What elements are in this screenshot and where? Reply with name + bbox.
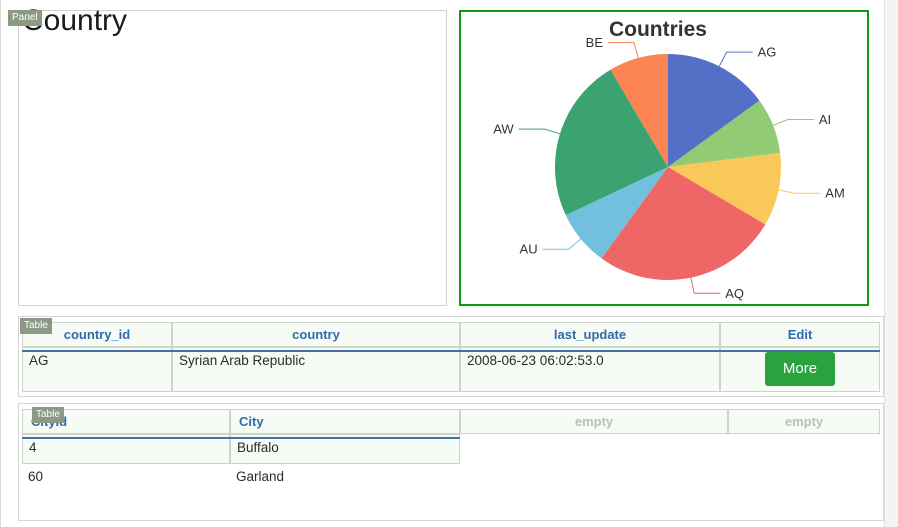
- top-row: Panel Country Countries AG AI AM AQ AU AW BE: [8, 4, 884, 309]
- country-table: country_id country last_update Edit AG S…: [22, 322, 880, 394]
- city-empty-cell-2: empty: [728, 409, 880, 434]
- cell-city: Garland: [236, 469, 285, 484]
- empty-label: empty: [574, 414, 614, 429]
- cell-country: Syrian Arab Republic: [172, 347, 460, 392]
- pie-label-AU: AU: [520, 242, 538, 257]
- city-empty-cell-1: empty: [460, 409, 728, 434]
- city-table-badge: Table: [32, 407, 64, 423]
- cell-last-update: 2008-06-23 06:02:53.0: [460, 347, 720, 392]
- pie-label-AQ: AQ: [725, 286, 744, 301]
- city-table-header-row: CityId City empty empty: [22, 409, 880, 434]
- country-table-badge: Table: [20, 318, 52, 334]
- pie-label-BE: BE: [586, 35, 604, 50]
- pie-label-AI: AI: [819, 112, 831, 127]
- cell-country-id: AG: [22, 347, 172, 392]
- page-scrollbar-gutter[interactable]: [884, 0, 898, 527]
- country-table-header-row: country_id country last_update Edit: [22, 322, 880, 347]
- leader-line-AW: [518, 128, 561, 135]
- more-button[interactable]: More: [764, 352, 836, 386]
- cell-city-id: 60: [28, 469, 44, 484]
- country-panel: [18, 10, 447, 306]
- country-table-grid: country_id country last_update Edit AG S…: [22, 322, 880, 392]
- leader-line-AM: [778, 189, 821, 194]
- pie-slices: [554, 54, 781, 280]
- column-header-last-update[interactable]: last_update: [460, 322, 720, 347]
- city-table-grid: CityId City empty empty 4 Buffalo 60: [22, 409, 880, 510]
- column-header-city[interactable]: City: [230, 409, 460, 434]
- pie-label-AM: AM: [825, 186, 845, 201]
- leader-line-AQ: [690, 277, 721, 294]
- cell-edit: More: [720, 347, 880, 392]
- panel-badge: Panel: [8, 10, 42, 26]
- leader-line-AG: [718, 51, 753, 67]
- countries-chart-panel: Countries AG AI AM AQ AU AW BE: [459, 10, 869, 306]
- pie-label-AG: AG: [758, 45, 777, 60]
- pie-label-AW: AW: [493, 122, 514, 137]
- column-header-edit[interactable]: Edit: [720, 322, 880, 347]
- empty-label: empty: [784, 414, 824, 429]
- city-table: CityId City empty empty 4 Buffalo 60: [22, 409, 880, 519]
- column-header-country[interactable]: country: [172, 322, 460, 347]
- leader-line-AI: [772, 119, 814, 126]
- leader-line-AU: [542, 238, 582, 250]
- page-left-border: [0, 0, 1, 527]
- app-root: Panel Country Countries AG AI AM AQ AU AW BE T…: [0, 0, 898, 527]
- countries-pie-chart[interactable]: AG AI AM AQ AU AW BE: [461, 12, 867, 304]
- city-table-header-rule: [22, 437, 460, 439]
- table-row[interactable]: 60 Garland: [22, 464, 880, 510]
- country-table-header-rule: [22, 350, 880, 352]
- leader-line-BE: [608, 42, 639, 59]
- table-row[interactable]: AG Syrian Arab Republic 2008-06-23 06:02…: [22, 347, 880, 392]
